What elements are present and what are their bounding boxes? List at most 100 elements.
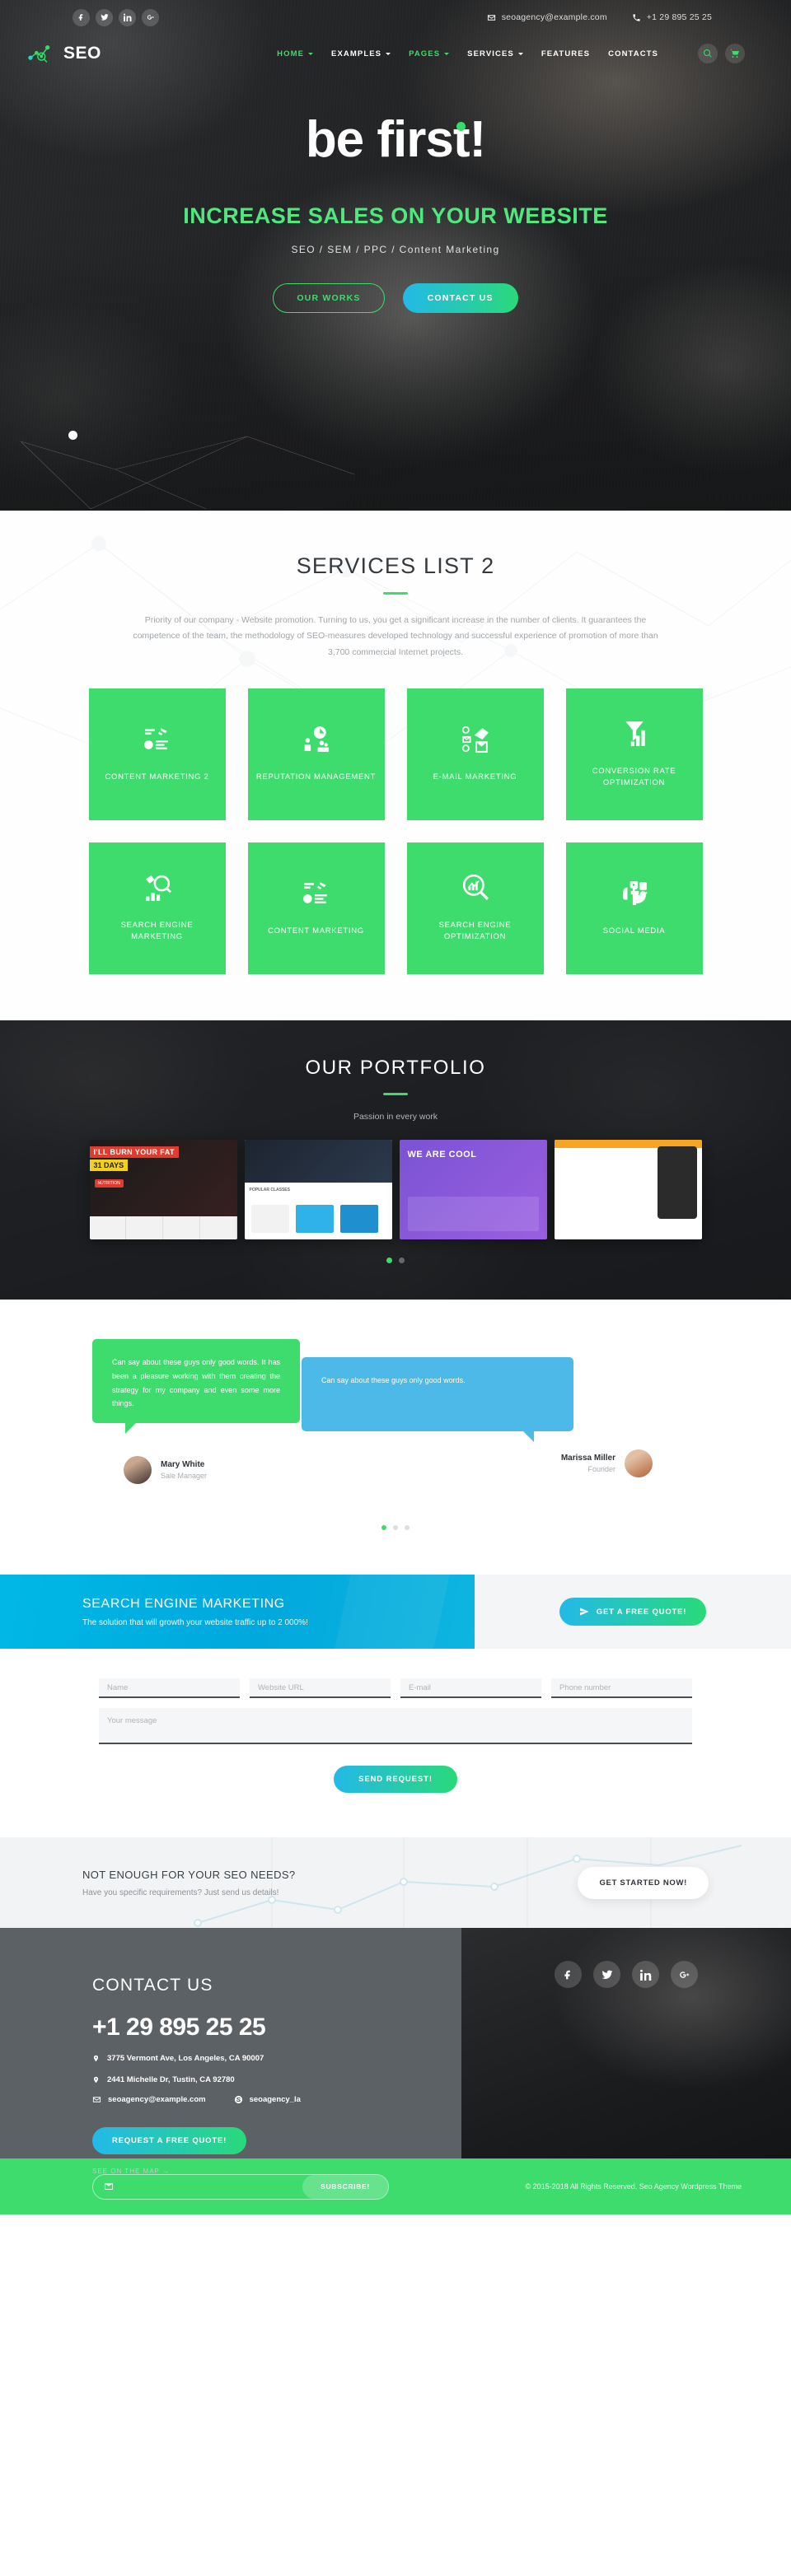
portfolio-card	[250, 1205, 289, 1234]
services-description: Priority of our company - Website promot…	[133, 615, 658, 657]
googleplus-icon[interactable]	[142, 8, 159, 26]
twitter-icon[interactable]	[96, 8, 113, 26]
footer-request-quote-button[interactable]: REQUEST A FREE QUOTE!	[92, 2127, 247, 2155]
service-card-label: SOCIAL MEDIA	[602, 926, 666, 936]
location-pin-icon	[93, 2077, 99, 2084]
top-phone[interactable]: +1 29 895 25 25	[632, 12, 712, 22]
hero-decorative-lines	[20, 436, 354, 510]
chevron-down-icon	[517, 52, 523, 55]
testimonial-authors: Mary White Sale Manager Marissa Miller F…	[0, 1449, 791, 1500]
envelope-icon	[487, 14, 495, 21]
search-icon	[703, 49, 712, 58]
footer-section: CONTACT US +1 29 895 25 25 3775 Vermont …	[0, 1928, 791, 2175]
footer-contacts-row: seoagency@example.com seoagency_la	[92, 2095, 461, 2104]
our-works-button[interactable]: OUR WORKS	[273, 283, 385, 313]
googleplus-icon[interactable]	[671, 1961, 698, 1989]
linkedin-icon[interactable]	[119, 8, 136, 26]
page-root: seoagency@example.com +1 29 895 25 25 SE…	[0, 0, 791, 2215]
portfolio-title-rule	[383, 1093, 408, 1096]
get-free-quote-button[interactable]: GET A FREE QUOTE!	[559, 1598, 707, 1626]
site-logo[interactable]: SEO	[28, 43, 101, 64]
email-input[interactable]	[400, 1678, 541, 1699]
twitter-icon[interactable]	[593, 1961, 620, 1989]
services-section: SERVICES LIST 2 Priority of our company …	[0, 511, 791, 1021]
cta-section: NOT ENOUGH FOR YOUR SEO NEEDS? Have you …	[0, 1837, 791, 1929]
hero-green-dot	[456, 122, 466, 131]
cart-button[interactable]	[725, 44, 745, 63]
portfolio-dot-1[interactable]	[386, 1258, 392, 1264]
phone-input[interactable]	[551, 1678, 692, 1699]
footer-phone[interactable]: +1 29 895 25 25	[92, 2014, 461, 2042]
location-pin-icon	[93, 2056, 99, 2062]
service-card-content-marketing[interactable]: CONTENT MARKETING	[247, 842, 385, 975]
service-card-search-engine-marketing[interactable]: SEARCH ENGINE MARKETING	[88, 842, 226, 975]
portfolio-item-footer	[89, 1216, 237, 1240]
nav-item-pages[interactable]: PAGES	[409, 49, 450, 58]
portfolio-item-tag: NUTRITION	[94, 1179, 124, 1188]
footer-email[interactable]: seoagency@example.com	[92, 2095, 206, 2104]
footer-social-links	[461, 1961, 791, 1989]
nav-item-home[interactable]: HOME	[277, 49, 314, 58]
portfolio-item-purple[interactable]: WE ARE COOL	[399, 1140, 547, 1240]
portfolio-item-gym[interactable]: POPULAR CLASSES	[244, 1140, 392, 1240]
portfolio-dot-2[interactable]	[399, 1258, 405, 1264]
service-card-label: REPUTATION MANAGEMENT	[255, 772, 377, 782]
footer-skype[interactable]: seoagency_la	[234, 2095, 301, 2104]
logo-text: SEO	[63, 44, 101, 63]
nav-item-contacts[interactable]: CONTACTS	[608, 49, 658, 58]
service-card-email-marketing[interactable]: E-MAIL MARKETING	[406, 688, 544, 821]
service-card-reputation-management[interactable]: REPUTATION MANAGEMENT	[247, 688, 385, 821]
testimonial-dot-2[interactable]	[393, 1525, 398, 1531]
testimonial-bubbles: Can say about these guys only good words…	[0, 1339, 791, 1443]
conversion-rate-icon	[625, 721, 645, 746]
testimonial-author-role: Sale Manager	[161, 1472, 208, 1481]
content-marketing-icon	[302, 882, 327, 903]
avatar	[625, 1449, 653, 1478]
search-button[interactable]	[698, 44, 718, 63]
facebook-icon[interactable]	[73, 8, 90, 26]
website-url-input[interactable]	[250, 1678, 391, 1699]
nav-item-services[interactable]: SERVICES	[467, 49, 523, 58]
top-email[interactable]: seoagency@example.com	[487, 12, 607, 22]
facebook-icon[interactable]	[555, 1961, 582, 1989]
cta-title: NOT ENOUGH FOR YOUR SEO NEEDS?	[82, 1868, 296, 1881]
envelope-icon	[105, 2182, 113, 2190]
subscribe-form: SUBSCRIBE!	[92, 2173, 389, 2200]
footer-address-1-text: 3775 Vermont Ave, Los Angeles, CA 90007	[107, 2054, 264, 2064]
footer-address-2: 2441 Michelle Dr, Tustin, CA 92780	[92, 2075, 461, 2084]
sem-banner-title: SEARCH ENGINE MARKETING	[82, 1596, 285, 1611]
chevron-down-icon	[308, 52, 314, 55]
service-card-conversion-rate-optimization[interactable]: CONVERSION RATE OPTIMIZATION	[565, 688, 703, 821]
testimonial-dot-1[interactable]	[381, 1525, 386, 1531]
testimonial-author-name: Mary White	[161, 1460, 205, 1470]
portfolio-item-mobile[interactable]	[554, 1140, 702, 1240]
reputation-icon	[304, 726, 329, 752]
sem-banner-subtitle: The solution that will growth your websi…	[82, 1617, 308, 1627]
get-free-quote-label: GET A FREE QUOTE!	[596, 1607, 687, 1617]
portfolio-item-phone	[657, 1146, 697, 1220]
service-card-search-engine-optimization[interactable]: SEARCH ENGINE OPTIMIZATION	[406, 842, 544, 975]
cta-subtitle: Have you specific requirements? Just sen…	[82, 1888, 279, 1897]
testimonial-bubble-2: Can say about these guys only good words…	[302, 1357, 573, 1443]
footer-title: CONTACT US	[92, 1976, 213, 1995]
subscribe-button[interactable]: SUBSCRIBE!	[302, 2174, 388, 2199]
contact-us-button[interactable]: CONTACT US	[402, 283, 518, 313]
testimonial-dot-3[interactable]	[405, 1525, 410, 1531]
phone-icon	[633, 13, 640, 21]
hero-tags: SEO / SEM / PPC / Content Marketing	[291, 244, 500, 255]
form-submit-row: SEND REQUEST!	[0, 1766, 791, 1794]
portfolio-section: OUR PORTFOLIO Passion in every work I'LL…	[0, 1020, 791, 1300]
footer-email-text: seoagency@example.com	[108, 2095, 206, 2105]
nav-item-features[interactable]: FEATURES	[541, 49, 590, 58]
message-textarea[interactable]	[99, 1708, 692, 1745]
footer-contact-panel: CONTACT US +1 29 895 25 25 3775 Vermont …	[0, 1928, 461, 2175]
send-request-button[interactable]: SEND REQUEST!	[334, 1766, 457, 1794]
name-input[interactable]	[99, 1678, 240, 1699]
get-started-now-button[interactable]: GET STARTED NOW!	[578, 1866, 709, 1899]
nav-item-examples[interactable]: EXAMPLES	[331, 49, 391, 58]
linkedin-icon[interactable]	[632, 1961, 659, 1989]
portfolio-item-fitness[interactable]: I'LL BURN YOUR FAT 31 DAYS NUTRITION	[89, 1140, 237, 1240]
service-card-content-marketing-2[interactable]: CONTENT MARKETING 2	[88, 688, 226, 821]
service-card-social-media[interactable]: SOCIAL MEDIA	[565, 842, 703, 975]
footer-address-2-text: 2441 Michelle Dr, Tustin, CA 92780	[107, 2075, 235, 2085]
